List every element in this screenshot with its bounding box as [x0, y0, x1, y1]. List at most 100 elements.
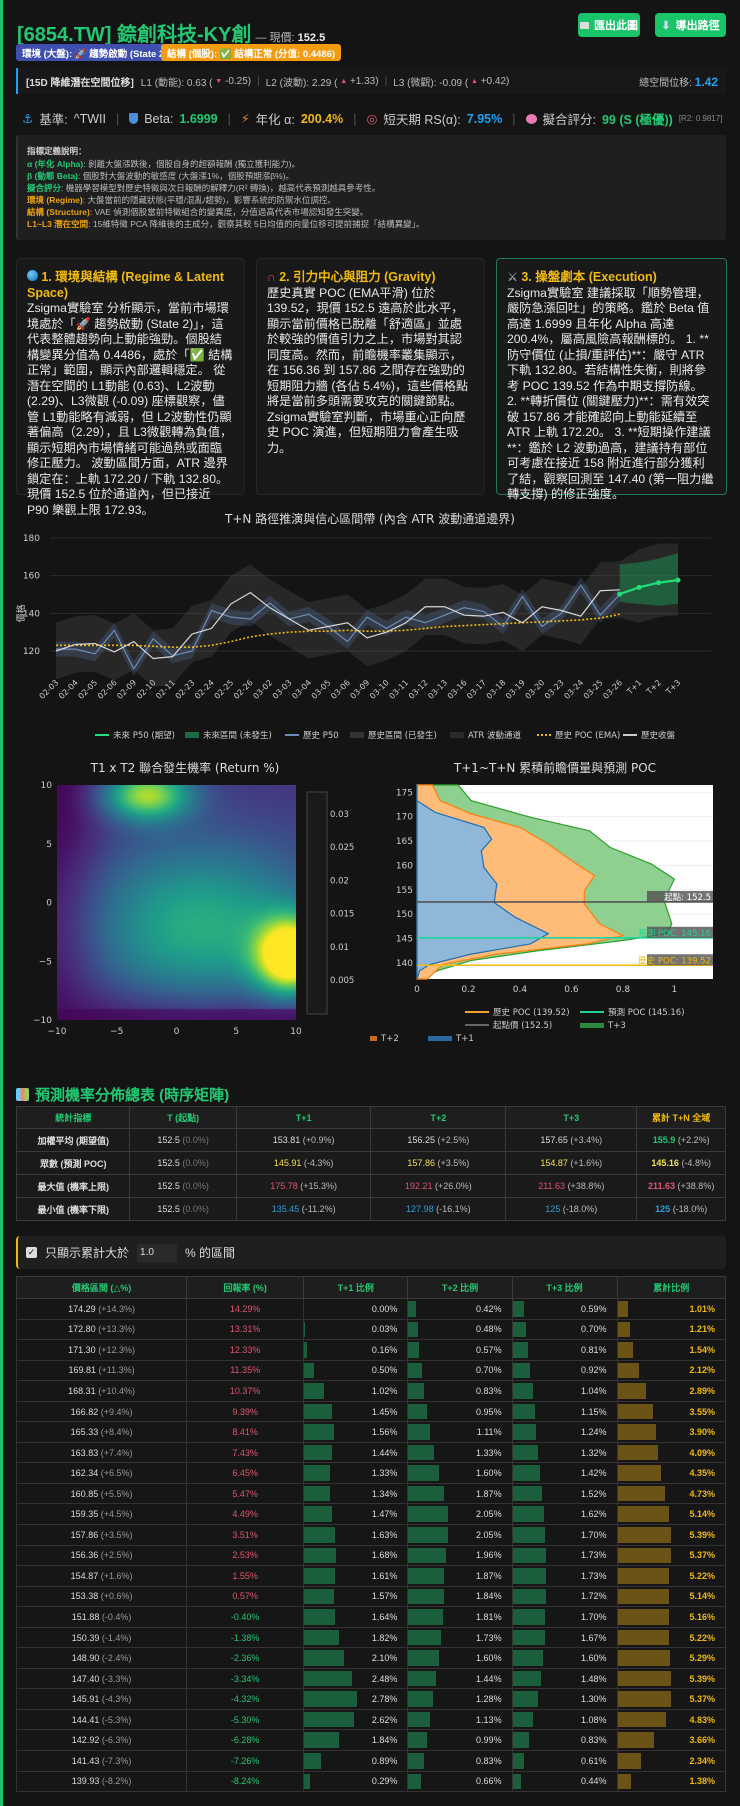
price-cell: 166.82 (+9.4%): [15, 1400, 188, 1423]
ratio-bar: [512, 1609, 546, 1625]
legend-label: 歷史區間 (已發生): [368, 730, 437, 741]
price-value: 141.43: [71, 1755, 100, 1766]
price-change: (-5.3%): [101, 1714, 132, 1725]
ratio-value: 1.33%: [476, 1447, 502, 1458]
colorbar-tick: 0.02: [330, 876, 349, 886]
cumulative-bar: [617, 1711, 666, 1728]
cell-change: (-4.8%): [681, 1158, 711, 1168]
filter-checkbox[interactable]: ✓: [26, 1247, 37, 1258]
definitions-title: 指標定義說明：: [27, 146, 87, 156]
rs-value: 7.95%: [466, 111, 503, 126]
cumulative-cell: 5.29%: [616, 1647, 726, 1669]
cell: 157.86 (+3.5%): [370, 1151, 507, 1175]
ratio-bar: [408, 1732, 428, 1749]
return-value: -7.26%: [230, 1755, 260, 1766]
ratio-bar: [304, 1383, 324, 1399]
ratio-value: 0.03%: [371, 1324, 398, 1335]
table-row: 154.87 (+1.6%) 1.55% 1.61% 1.87% 1.73% 5.22%: [15, 1565, 726, 1587]
ratio-cell: 1.81%: [407, 1606, 513, 1628]
ratio-value: 1.33%: [371, 1468, 398, 1479]
y-tick-label: −5: [39, 957, 52, 967]
definition-term: 環境 (Regime): [27, 195, 83, 205]
ratio-bar: [512, 1485, 542, 1502]
ratio-bar: [512, 1691, 538, 1707]
ratio-bar: [512, 1424, 537, 1440]
ratio-bar: [304, 1527, 336, 1543]
ratio-cell: 1.73%: [511, 1544, 618, 1567]
total-displacement: 1.42: [694, 74, 718, 89]
ratio-value: 0.89%: [371, 1755, 398, 1766]
ratio-bar: [408, 1609, 443, 1625]
ratio-value: 0.29%: [371, 1776, 398, 1787]
ratio-bar: [304, 1650, 345, 1666]
export-chart-button[interactable]: 匯出此圖: [578, 13, 640, 37]
return-cell: -0.40%: [186, 1606, 305, 1628]
return-value: -6.28%: [230, 1735, 260, 1746]
cumulative-bar: [617, 1403, 653, 1420]
cell-value: 152.5: [157, 1181, 180, 1191]
ratio-value: 2.62%: [371, 1714, 398, 1725]
price-value: 144.41: [71, 1714, 100, 1725]
table-row: 157.86 (+3.5%) 3.51% 1.63% 2.05% 1.70% 5.39%: [15, 1524, 726, 1546]
ratio-value: 1.56%: [371, 1427, 398, 1438]
x-tick-label: 03-23: [543, 678, 566, 701]
cumulative-bar: [617, 1321, 630, 1338]
price-cell: 147.40 (-3.3%): [15, 1667, 188, 1690]
ratio-bar: [408, 1711, 430, 1728]
globe-icon: [27, 270, 38, 281]
ratio-cell: 0.89%: [303, 1750, 409, 1772]
alpha-value: 200.4%: [300, 111, 344, 126]
ratio-cell: 1.61%: [303, 1565, 409, 1587]
table-row: 144.41 (-5.3%) -5.30% 2.62% 1.13% 1.08% 4.83%: [15, 1708, 726, 1731]
ratio-cell: 0.16%: [303, 1339, 409, 1361]
benchmark-value: ^TWII: [73, 111, 106, 126]
magnet-icon: ∩: [267, 270, 276, 284]
summary-table: 統計指標 T (起點) T+1 T+2 T+3 累計 T+N 全域 加權平均 (期望值) 15…: [15, 1106, 726, 1221]
ratio-bar: [408, 1753, 425, 1769]
ratio-bar: [304, 1773, 310, 1790]
total-displacement-label: 總空間位移:: [639, 77, 692, 89]
return-cell: 11.35%: [186, 1359, 305, 1382]
metrics-row: ⚓ 基準: ^TWII | Beta: 1.6999 | ⚡ 年化 α: 200.4% | ◎ 短…: [22, 109, 722, 128]
return-value: 4.49%: [232, 1509, 258, 1520]
ratio-cell: 1.52%: [511, 1482, 618, 1505]
price-cell: 163.83 (+7.4%): [15, 1441, 188, 1464]
cell: 157.65 (+3.4%): [505, 1128, 638, 1152]
x-tick-label: 03-06: [329, 678, 352, 701]
chart-title: T+1~T+N 累積前瞻價量與預測 POC: [453, 760, 656, 775]
threshold-input[interactable]: [137, 1243, 178, 1262]
table-row: 141.43 (-7.3%) -7.26% 0.89% 0.83% 0.61% 2.34%: [15, 1750, 726, 1772]
ratio-cell: 1.56%: [303, 1421, 409, 1443]
cumulative-bar: [617, 1609, 669, 1625]
filter-bar: ✓ 只顯示累計大於 % 的區間: [16, 1236, 726, 1269]
ratio-value: 1.73%: [476, 1632, 502, 1643]
cumulative-bar: [617, 1753, 641, 1769]
legend-label: 歷史 P50: [303, 730, 339, 741]
colorbar-tick: 0.015: [330, 910, 354, 920]
legend-label: ATR 波動通道: [468, 730, 521, 741]
ratio-cell: 0.66%: [407, 1770, 513, 1793]
ratio-bar: [304, 1711, 355, 1728]
cell: 125 (-18.0%): [505, 1197, 638, 1221]
ratio-cell: 1.72%: [511, 1585, 618, 1608]
brain-icon: [525, 113, 537, 124]
ratio-value: 1.21%: [689, 1324, 715, 1335]
ratio-bar: [304, 1609, 336, 1625]
ratio-value: 0.83%: [476, 1385, 502, 1396]
ratio-value: 5.14%: [689, 1509, 715, 1520]
y-tick-label: 160: [396, 861, 413, 871]
ratio-cell: 1.67%: [511, 1626, 618, 1649]
l1-value: L1 (動能): 0.63 (: [140, 77, 213, 89]
y-tick-label: 10: [41, 781, 53, 791]
table-row: 加權平均 (期望值) 152.5 (0.0%) 153.81 (+0.9%) 156.…: [15, 1128, 726, 1152]
ratio-cell: 1.33%: [407, 1441, 513, 1464]
ratio-bar: [304, 1691, 358, 1707]
x-tick-label: 03-04: [290, 678, 313, 701]
stock-title: [6854.TW] 錼創科技-KY創: [17, 24, 252, 46]
return-value: 14.29%: [229, 1303, 261, 1314]
price-cell: 165.33 (+8.4%): [15, 1421, 188, 1443]
cumulative-bar: [617, 1424, 657, 1440]
ratio-value: 1.70%: [580, 1611, 607, 1622]
card-title: 1. 環境與結構 (Regime & Latent Space): [27, 270, 225, 300]
export-path-button[interactable]: ⬇ 導出路徑: [655, 13, 726, 37]
